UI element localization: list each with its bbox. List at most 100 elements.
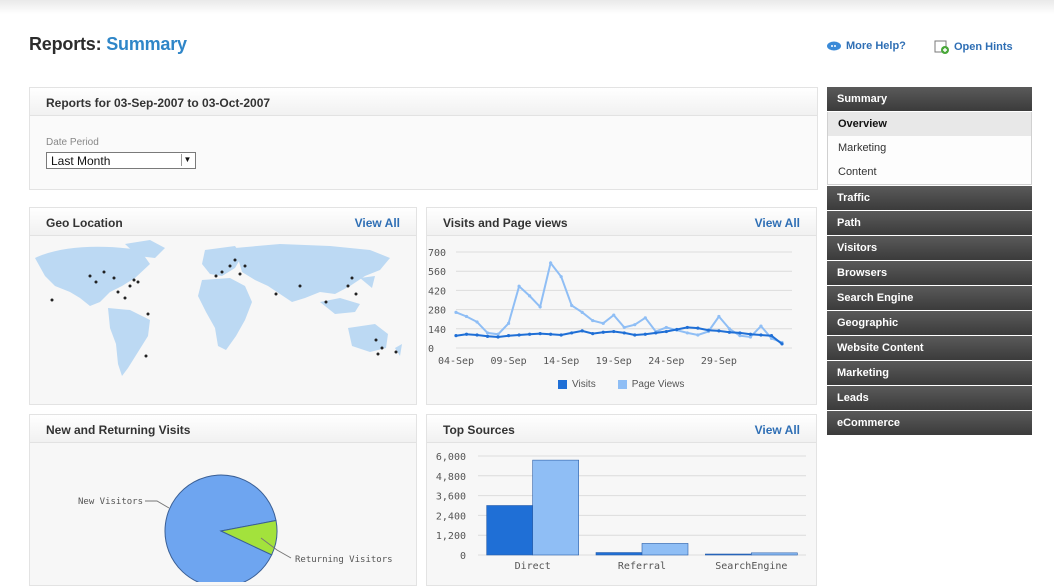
- x-tick-label: 14-Sep: [543, 356, 579, 367]
- data-point: [559, 333, 563, 337]
- sidebar-item-marketing[interactable]: Marketing: [827, 361, 1032, 385]
- y-tick-label: 4,800: [436, 472, 466, 483]
- pie-label-new-visitors: New Visitors: [78, 497, 143, 507]
- data-point: [464, 314, 469, 319]
- legend-pageviews-swatch: [617, 380, 627, 389]
- bar-page-views-referral: [641, 543, 689, 556]
- sources-view-all-link[interactable]: View All: [755, 423, 800, 437]
- data-point: [612, 313, 616, 317]
- data-point: [654, 331, 658, 335]
- data-point: [454, 310, 458, 314]
- x-tick-label: 19-Sep: [596, 356, 632, 367]
- series-line-visits: [455, 326, 783, 345]
- data-point: [664, 325, 668, 330]
- report-range-header: Reports for 03-Sep-2007 to 03-Oct-2007: [30, 88, 817, 116]
- data-point: [643, 316, 647, 320]
- data-point: [633, 333, 637, 337]
- sidebar-item-leads[interactable]: Leads: [827, 386, 1032, 410]
- sources-bar-chart: 0 1,200 2,400 3,600 4,800 6,000 Direct Referral…: [436, 452, 806, 572]
- data-point: [485, 334, 490, 338]
- data-point: [738, 331, 742, 335]
- sidebar-item-browsers[interactable]: Browsers: [827, 261, 1032, 285]
- page-title: Reports: Summary: [29, 34, 187, 55]
- sidebar-item-website-content[interactable]: Website Content: [827, 336, 1032, 360]
- data-point: [780, 342, 784, 346]
- sidebar-item-summary[interactable]: Summary: [827, 87, 1032, 111]
- page-title-prefix: Reports:: [29, 34, 102, 54]
- y-tick-label: 1,200: [436, 531, 466, 542]
- sidebar-item-search-engine[interactable]: Search Engine: [827, 286, 1032, 310]
- bar-visits-direct: [486, 505, 533, 556]
- sidebar-subitem-marketing[interactable]: Marketing: [827, 136, 1032, 160]
- data-point: [685, 331, 689, 335]
- data-point: [549, 332, 553, 336]
- data-point: [570, 331, 574, 335]
- y-tick-label: 140: [428, 325, 446, 336]
- data-point: [706, 328, 710, 332]
- data-point: [580, 329, 584, 333]
- legend-pageviews: Page Views: [617, 379, 685, 390]
- x-tick-label: 04-Sep: [438, 356, 474, 367]
- more-help-label: More Help?: [846, 40, 906, 52]
- visits-view-all-link[interactable]: View All: [755, 216, 800, 230]
- legend-pageviews-label: Page Views: [631, 379, 685, 390]
- world-map[interactable]: [30, 236, 416, 404]
- data-point: [622, 325, 626, 330]
- returning-title: New and Returning Visits: [46, 423, 191, 437]
- x-tick-label: 29-Sep: [701, 356, 737, 367]
- sidebar-item-path[interactable]: Path: [827, 211, 1032, 235]
- geo-view-all-link[interactable]: View All: [355, 216, 400, 230]
- data-point: [528, 294, 532, 298]
- data-point: [675, 327, 679, 332]
- y-tick-label: 6,000: [436, 452, 466, 463]
- visitors-pie-chart: New Visitors Returning Visitors: [78, 474, 393, 582]
- sidebar-item-traffic[interactable]: Traffic: [827, 186, 1032, 210]
- returning-header: New and Returning Visits: [30, 415, 416, 443]
- data-point: [622, 331, 626, 335]
- date-period-select[interactable]: Last Month ▼: [46, 152, 196, 169]
- x-tick-label: 24-Sep: [648, 356, 684, 367]
- sidebar-item-ecommerce[interactable]: eCommerce: [827, 411, 1032, 435]
- data-point: [559, 275, 563, 279]
- data-point: [549, 261, 553, 265]
- data-point: [591, 318, 595, 323]
- data-point: [696, 326, 700, 330]
- x-tick-label: Referral: [618, 561, 666, 572]
- y-tick-label: 420: [428, 286, 446, 297]
- open-hints-label: Open Hints: [954, 41, 1013, 53]
- y-tick-label: 560: [428, 267, 446, 278]
- data-point: [496, 335, 500, 339]
- top-shade: [0, 0, 1054, 14]
- data-point: [748, 335, 753, 339]
- bar-page-views-searchengine: [751, 552, 798, 556]
- y-tick-label: 2,400: [436, 511, 466, 522]
- y-tick-label: 280: [428, 306, 446, 317]
- data-point: [496, 332, 500, 336]
- data-point: [517, 284, 521, 288]
- data-point: [485, 331, 490, 335]
- legend-visits: Visits: [558, 379, 596, 390]
- sidebar-item-visitors[interactable]: Visitors: [827, 236, 1032, 260]
- y-tick-label: 0: [428, 344, 434, 355]
- data-point: [612, 329, 616, 334]
- series-line-page-views: [455, 260, 783, 344]
- legend-visits-label: Visits: [572, 379, 596, 390]
- data-point: [759, 333, 763, 337]
- open-hints-link[interactable]: Open Hints: [934, 40, 1013, 54]
- data-point: [601, 330, 605, 334]
- data-point: [727, 327, 732, 331]
- visits-legend: Visits Page Views: [558, 379, 684, 390]
- data-point: [738, 334, 742, 338]
- sidebar-subitem-content[interactable]: Content: [827, 160, 1032, 184]
- hints-icon: [934, 40, 949, 54]
- data-point: [664, 329, 668, 334]
- data-point: [475, 333, 479, 337]
- data-point: [528, 332, 532, 336]
- geo-header: Geo Location View All: [30, 208, 416, 236]
- sidebar-subitem-overview[interactable]: Overview: [827, 112, 1032, 136]
- visits-title: Visits and Page views: [443, 216, 568, 230]
- data-point: [464, 332, 469, 336]
- more-help-link[interactable]: More Help?: [826, 40, 906, 52]
- bar-visits-referral: [595, 552, 643, 556]
- sidebar-item-geographic[interactable]: Geographic: [827, 311, 1032, 335]
